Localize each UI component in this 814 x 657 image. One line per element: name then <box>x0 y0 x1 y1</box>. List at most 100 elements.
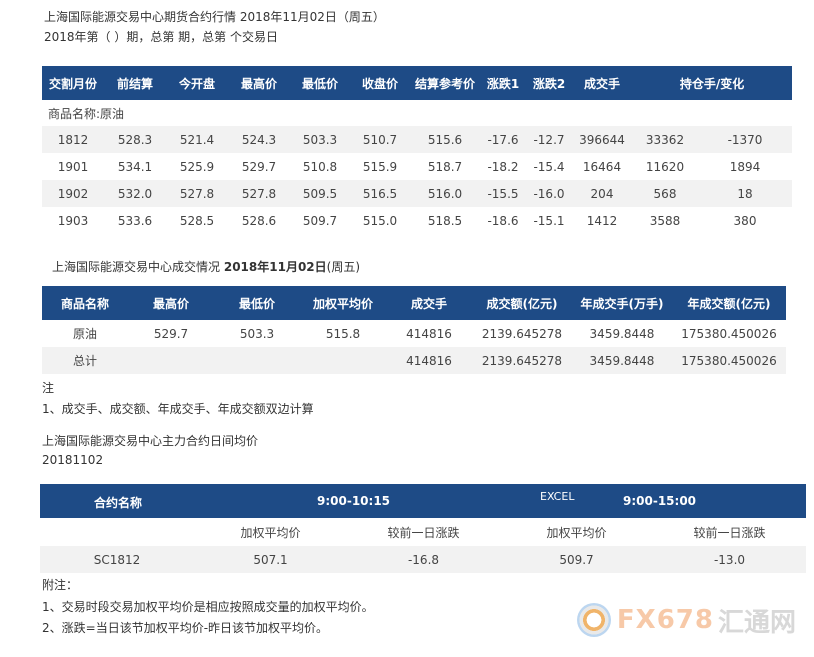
table-cell: 509.7 <box>302 213 338 228</box>
table-cell: 521.4 <box>166 126 228 153</box>
table-cell: 534.1 <box>117 159 153 174</box>
sub-header: 加权平均价 <box>546 526 607 540</box>
table-cell: 1901 <box>57 159 89 174</box>
table-cell: SC1812 <box>40 546 194 573</box>
table-cell: 2139.645278 <box>472 347 572 374</box>
table-cell: 510.8 <box>302 159 338 174</box>
table-cell: 516.0 <box>410 180 480 207</box>
table-cell <box>214 347 300 374</box>
table-cell: -17.6 <box>480 126 526 153</box>
table-row: SC1812 507.1 -16.8 509.7 -13.0 <box>40 546 806 573</box>
col-header: 加权平均价 <box>300 286 386 320</box>
table-cell: -15.1 <box>533 213 565 228</box>
table-cell: 533.6 <box>117 213 153 228</box>
volume-table: 商品名称 最高价 最低价 加权平均价 成交手 成交额(亿元) 年成交手(万手) … <box>42 286 786 374</box>
col-header: 最高价 <box>128 286 214 320</box>
col-header: 今开盘 <box>166 66 228 100</box>
table-cell: 525.9 <box>179 159 215 174</box>
table-row: 1902 532.0 527.8 527.8 509.5 516.5 516.0… <box>42 180 793 207</box>
table-cell: 568 <box>632 180 698 207</box>
table-cell: -18.6 <box>487 213 519 228</box>
session1-header: 9:00-10:15 <box>317 494 391 508</box>
footnote-label: 附注： <box>42 578 79 592</box>
col-header: 交割月份 <box>42 66 104 100</box>
table-cell: 528.5 <box>179 213 215 228</box>
table-cell: 396644 <box>572 126 632 153</box>
avg-price-header-bar: 合约名称 9:00-10:15 9:00-15:00 <box>40 484 806 518</box>
table-cell: 总计 <box>42 347 128 374</box>
table-row: 1812 528.3 521.4 524.3 503.3 510.7 515.6… <box>42 126 793 153</box>
product-row: 商品名称:原油 <box>42 100 792 126</box>
table-cell: 16464 <box>582 159 622 174</box>
table-cell: 204 <box>572 180 632 207</box>
table-cell: 414816 <box>406 326 452 341</box>
watermark: FX678 汇通网 <box>576 600 796 640</box>
table-cell: 18 <box>698 180 793 207</box>
table-row: 1903 533.6 528.5 528.6 509.7 515.0 518.5… <box>42 207 792 234</box>
sub-header: 较前一日涨跌 <box>693 526 766 540</box>
table-cell: 33362 <box>632 126 698 153</box>
table-cell: -16.8 <box>347 546 500 573</box>
table-cell: 528.6 <box>241 213 277 228</box>
table-cell: 507.1 <box>194 546 347 573</box>
table-cell: 524.3 <box>228 126 290 153</box>
table-cell: 1412 <box>586 213 618 228</box>
futures-quote-table: 交割月份 前结算 今开盘 最高价 最低价 收盘价 结算参考价 涨跌1 涨跌2 成… <box>42 66 793 234</box>
table-cell: 175380.450026 <box>681 326 777 341</box>
table-cell: 516.5 <box>350 180 410 207</box>
table-cell: 529.7 <box>241 159 277 174</box>
product-label: 商品名称:原油 <box>48 106 125 121</box>
table-cell: 515.0 <box>362 213 398 228</box>
table-cell: 515.8 <box>325 326 361 341</box>
contract-header: 合约名称 <box>94 496 143 510</box>
session2-header: 9:00-15:00 <box>623 494 697 508</box>
table-row: 原油 529.7 503.3 515.8 414816 2139.645278 … <box>42 320 786 347</box>
table-cell: 1902 <box>42 180 104 207</box>
col-header: 年成交额(亿元) <box>672 286 786 320</box>
col-header: 最低价 <box>290 66 350 100</box>
table-row: 1901 534.1 525.9 529.7 510.8 515.9 518.7… <box>42 153 792 180</box>
table-cell: 380 <box>733 213 757 228</box>
col-header: 涨跌1 <box>480 66 526 100</box>
table-cell: 175380.450026 <box>672 347 786 374</box>
note-label: 注 <box>42 381 55 395</box>
col-header: 收盘价 <box>350 66 410 100</box>
table-cell: 414816 <box>386 347 472 374</box>
table-cell: 532.0 <box>104 180 166 207</box>
volume-title-prefix: 上海国际能源交易中心成交情况 <box>52 260 221 274</box>
watermark-text: FX678 <box>616 605 714 635</box>
table-header-row: 交割月份 前结算 今开盘 最高价 最低价 收盘价 结算参考价 涨跌1 涨跌2 成… <box>42 66 793 100</box>
table-cell: 518.7 <box>427 159 463 174</box>
col-header: 最高价 <box>228 66 290 100</box>
avg-price-date: 20181102 <box>42 453 104 467</box>
table-cell: 528.3 <box>104 126 166 153</box>
avg-price-title: 上海国际能源交易中心主力合约日间均价 <box>42 434 259 448</box>
table-cell: 3459.8448 <box>589 326 655 341</box>
avg-price-table: 加权平均价 较前一日涨跌 加权平均价 较前一日涨跌 SC1812 507.1 -… <box>40 519 806 573</box>
table-cell: 529.7 <box>153 326 189 341</box>
table-header-row: 商品名称 最高价 最低价 加权平均价 成交手 成交额(亿元) 年成交手(万手) … <box>42 286 786 320</box>
table-cell: 503.3 <box>290 126 350 153</box>
note-text: 1、成交手、成交额、年成交手、年成交额双边计算 <box>42 402 314 416</box>
watermark-cn: 汇通网 <box>717 607 796 638</box>
sub-header: 加权平均价 <box>240 526 301 540</box>
table-cell: 1812 <box>42 126 104 153</box>
col-header: 持仓手/变化 <box>632 66 793 100</box>
col-header: 成交手 <box>386 286 472 320</box>
issue-subtitle: 2018年第（ ）期，总第 期，总第 个交易日 <box>44 30 278 44</box>
sub-header: 较前一日涨跌 <box>387 526 460 540</box>
table-cell <box>128 347 214 374</box>
table-row: 总计 414816 2139.645278 3459.8448 175380.4… <box>42 347 786 374</box>
table-cell: 527.8 <box>228 180 290 207</box>
col-header: 最低价 <box>214 286 300 320</box>
table-cell <box>40 519 194 546</box>
footnote-1: 1、交易时段交易加权平均价是相应按照成交量的加权平均价。 <box>42 600 374 614</box>
sub-header-row: 加权平均价 较前一日涨跌 加权平均价 较前一日涨跌 <box>40 519 806 546</box>
col-header: 前结算 <box>104 66 166 100</box>
table-cell: 515.6 <box>410 126 480 153</box>
excel-link[interactable]: EXCEL <box>540 490 574 503</box>
table-cell: -12.7 <box>526 126 572 153</box>
footnote-2: 2、涨跌=当日该节加权平均价-昨日该节加权平均价。 <box>42 621 329 635</box>
table-cell: 3588 <box>649 213 681 228</box>
table-cell: 510.7 <box>350 126 410 153</box>
